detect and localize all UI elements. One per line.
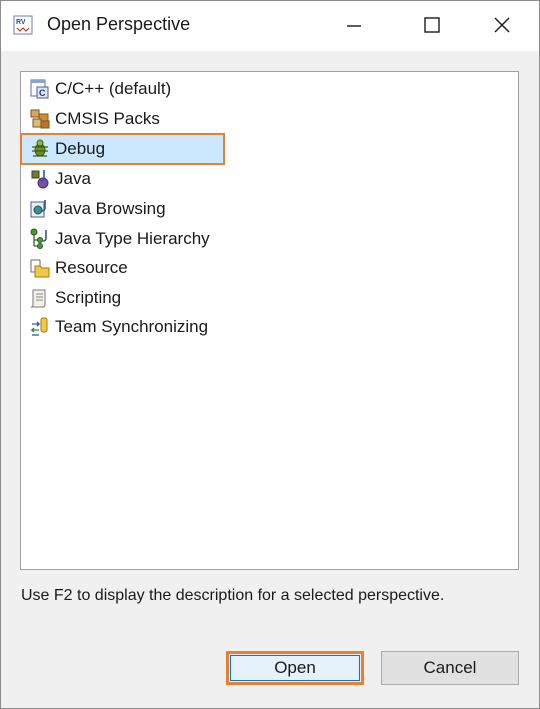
type-hierarchy-icon [29, 228, 51, 250]
list-item-label: Team Synchronizing [55, 317, 209, 336]
list-item-label: Java [55, 169, 91, 188]
maximize-icon [424, 17, 440, 33]
cmsis-packs-icon [29, 108, 51, 130]
list-item-label: Java Browsing [55, 199, 166, 218]
open-perspective-dialog: RV Open Perspective C C/C++ (default) CM… [0, 0, 540, 709]
list-item-label: C/C++ (default) [55, 79, 172, 98]
list-item-label: Resource [55, 258, 128, 277]
list-item-debug[interactable]: Debug [20, 133, 225, 165]
open-button-label: Open [274, 658, 316, 677]
minimize-icon [347, 25, 361, 27]
debug-bug-icon [29, 138, 51, 160]
list-item-resource[interactable]: Resource [29, 254, 329, 282]
list-item-java-browsing[interactable]: Java Browsing [29, 195, 329, 223]
minimize-button[interactable] [331, 7, 377, 45]
description-hint: Use F2 to display the description for a … [21, 587, 445, 604]
title-bar[interactable]: RV Open Perspective [1, 1, 539, 51]
dialog-title: Open Perspective [47, 14, 191, 34]
list-item-java-type-hierarchy[interactable]: Java Type Hierarchy [29, 225, 329, 253]
list-item-label: Scripting [55, 288, 122, 307]
list-item-cmsis-packs[interactable]: CMSIS Packs [29, 105, 329, 133]
perspective-list[interactable]: C C/C++ (default) CMSIS Packs Debug Java… [20, 71, 519, 570]
open-button[interactable]: Open [226, 651, 364, 685]
list-item-label: Java Type Hierarchy [55, 229, 210, 248]
close-icon [494, 17, 510, 33]
svg-text:C: C [39, 88, 46, 98]
cancel-button-label: Cancel [423, 658, 477, 677]
close-button[interactable] [479, 7, 525, 45]
scripting-icon [29, 287, 51, 309]
java-perspective-icon [29, 168, 51, 190]
cancel-button[interactable]: Cancel [381, 651, 519, 685]
maximize-button[interactable] [409, 7, 455, 45]
svg-text:RV: RV [16, 19, 26, 26]
java-browsing-icon [29, 198, 51, 220]
rv-app-icon: RV [13, 15, 33, 35]
list-item-team-synchronizing[interactable]: Team Synchronizing [29, 313, 329, 341]
list-item-c-cpp[interactable]: C C/C++ (default) [29, 75, 329, 103]
list-item-java[interactable]: Java [29, 165, 329, 193]
list-item-scripting[interactable]: Scripting [29, 284, 329, 312]
list-item-label: CMSIS Packs [55, 109, 160, 128]
team-sync-icon [29, 316, 51, 338]
c-cpp-perspective-icon: C [29, 78, 51, 100]
resource-folder-icon [29, 257, 51, 279]
list-item-label: Debug [55, 139, 106, 158]
